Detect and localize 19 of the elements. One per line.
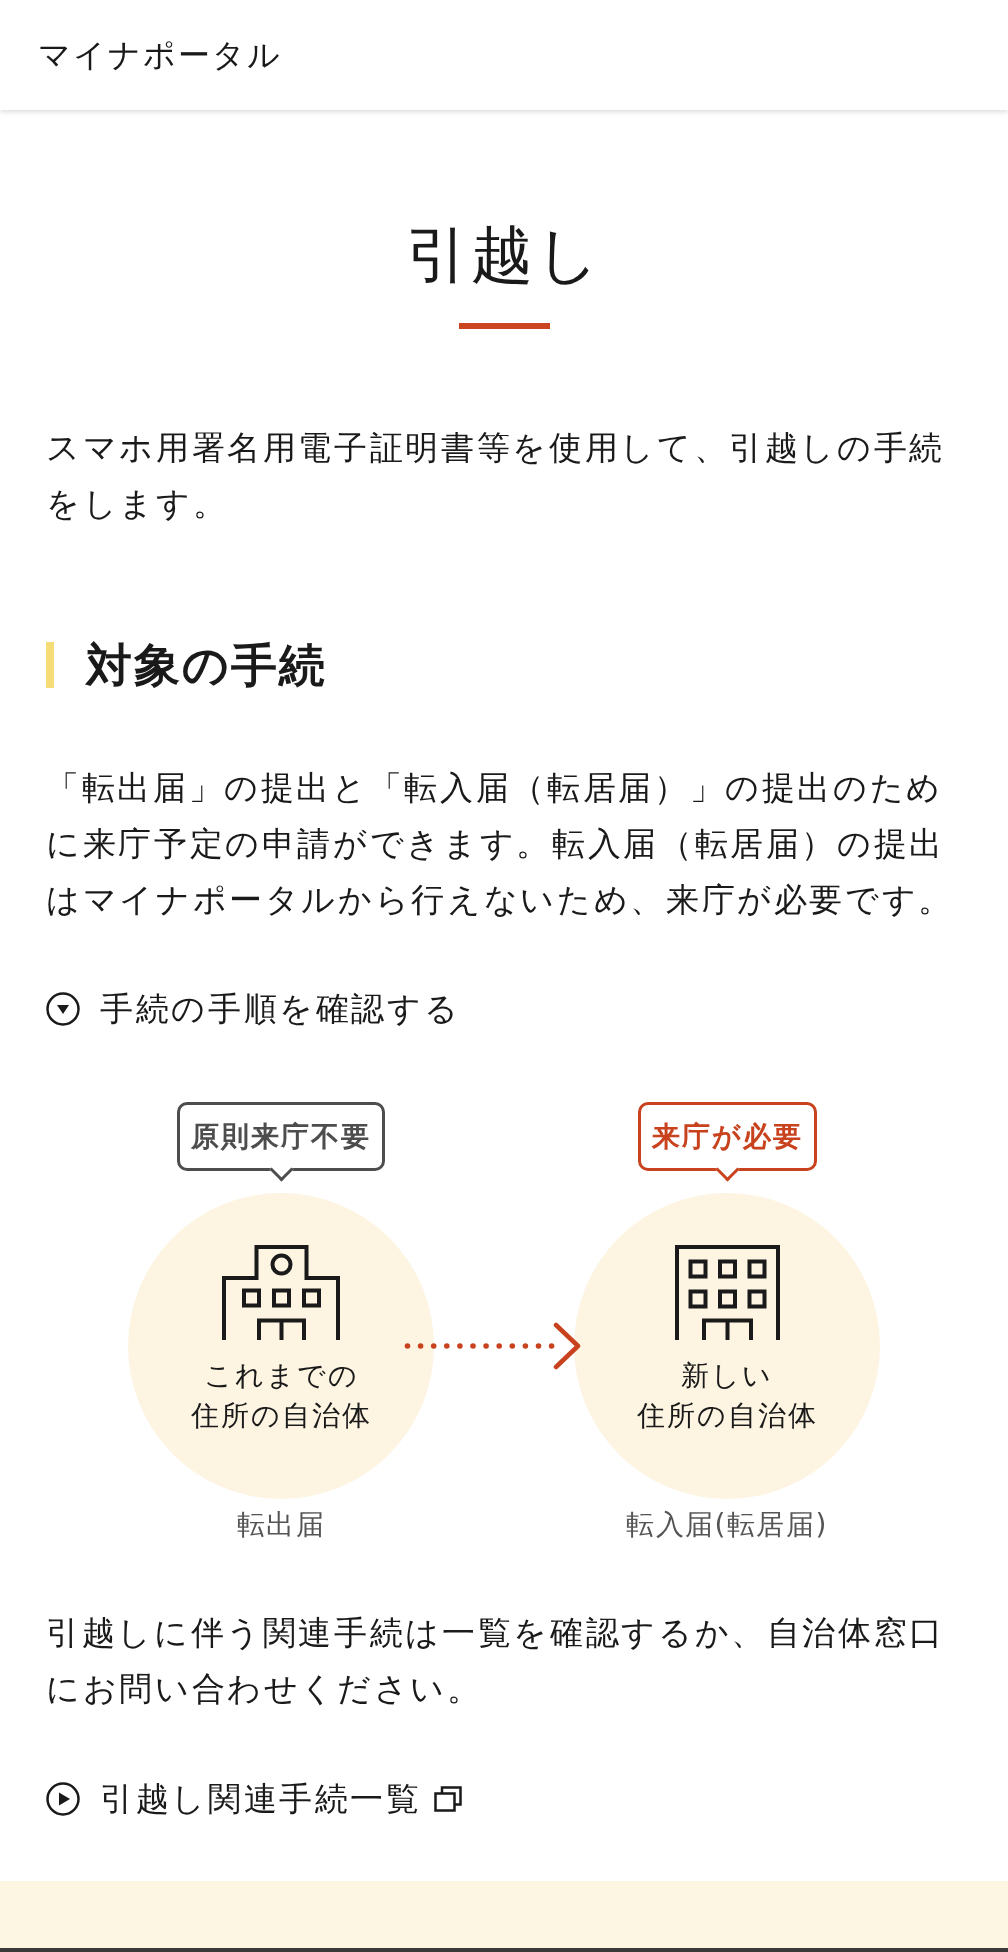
note-text: 引越しに伴う関連手続は一覧を確認するか、自治体窓口にお問い合わせください。 [46, 1612, 946, 1710]
page-title: 引越し [406, 219, 602, 291]
description-text: 「転出届」の提出と「転入届（転居届）」の提出のために来庁予定の申請ができます。転入届（転居届）の提出はマイナポータルから行えないため、来庁が必要です。 [46, 767, 955, 921]
section-heading: 対象の手続 [86, 641, 327, 689]
node-caption: これまでの [203, 1358, 359, 1394]
office-building-icon [673, 1244, 781, 1342]
heading-accent-bar [46, 642, 54, 688]
external-link-icon [433, 1786, 462, 1812]
civic-building-icon [221, 1244, 341, 1342]
node-caption: 住所の自治体 [636, 1398, 818, 1434]
play-circle-icon [46, 1782, 80, 1816]
form-name-label: 転入届(転居届) [626, 1507, 828, 1543]
related-link[interactable]: 引越し関連手続一覧 [46, 1779, 462, 1819]
steps-toggle[interactable]: 手続の手順を確認する [46, 989, 461, 1029]
node-caption: 新しい [681, 1358, 773, 1394]
site-title: マイナポータル [38, 35, 282, 75]
form-name-label: 転出届 [236, 1507, 326, 1543]
intro-text: スマホ用署名用電子証明書等を使用して、引越しの手続をします。 [46, 427, 946, 525]
node-caption: 住所の自治体 [190, 1398, 372, 1434]
